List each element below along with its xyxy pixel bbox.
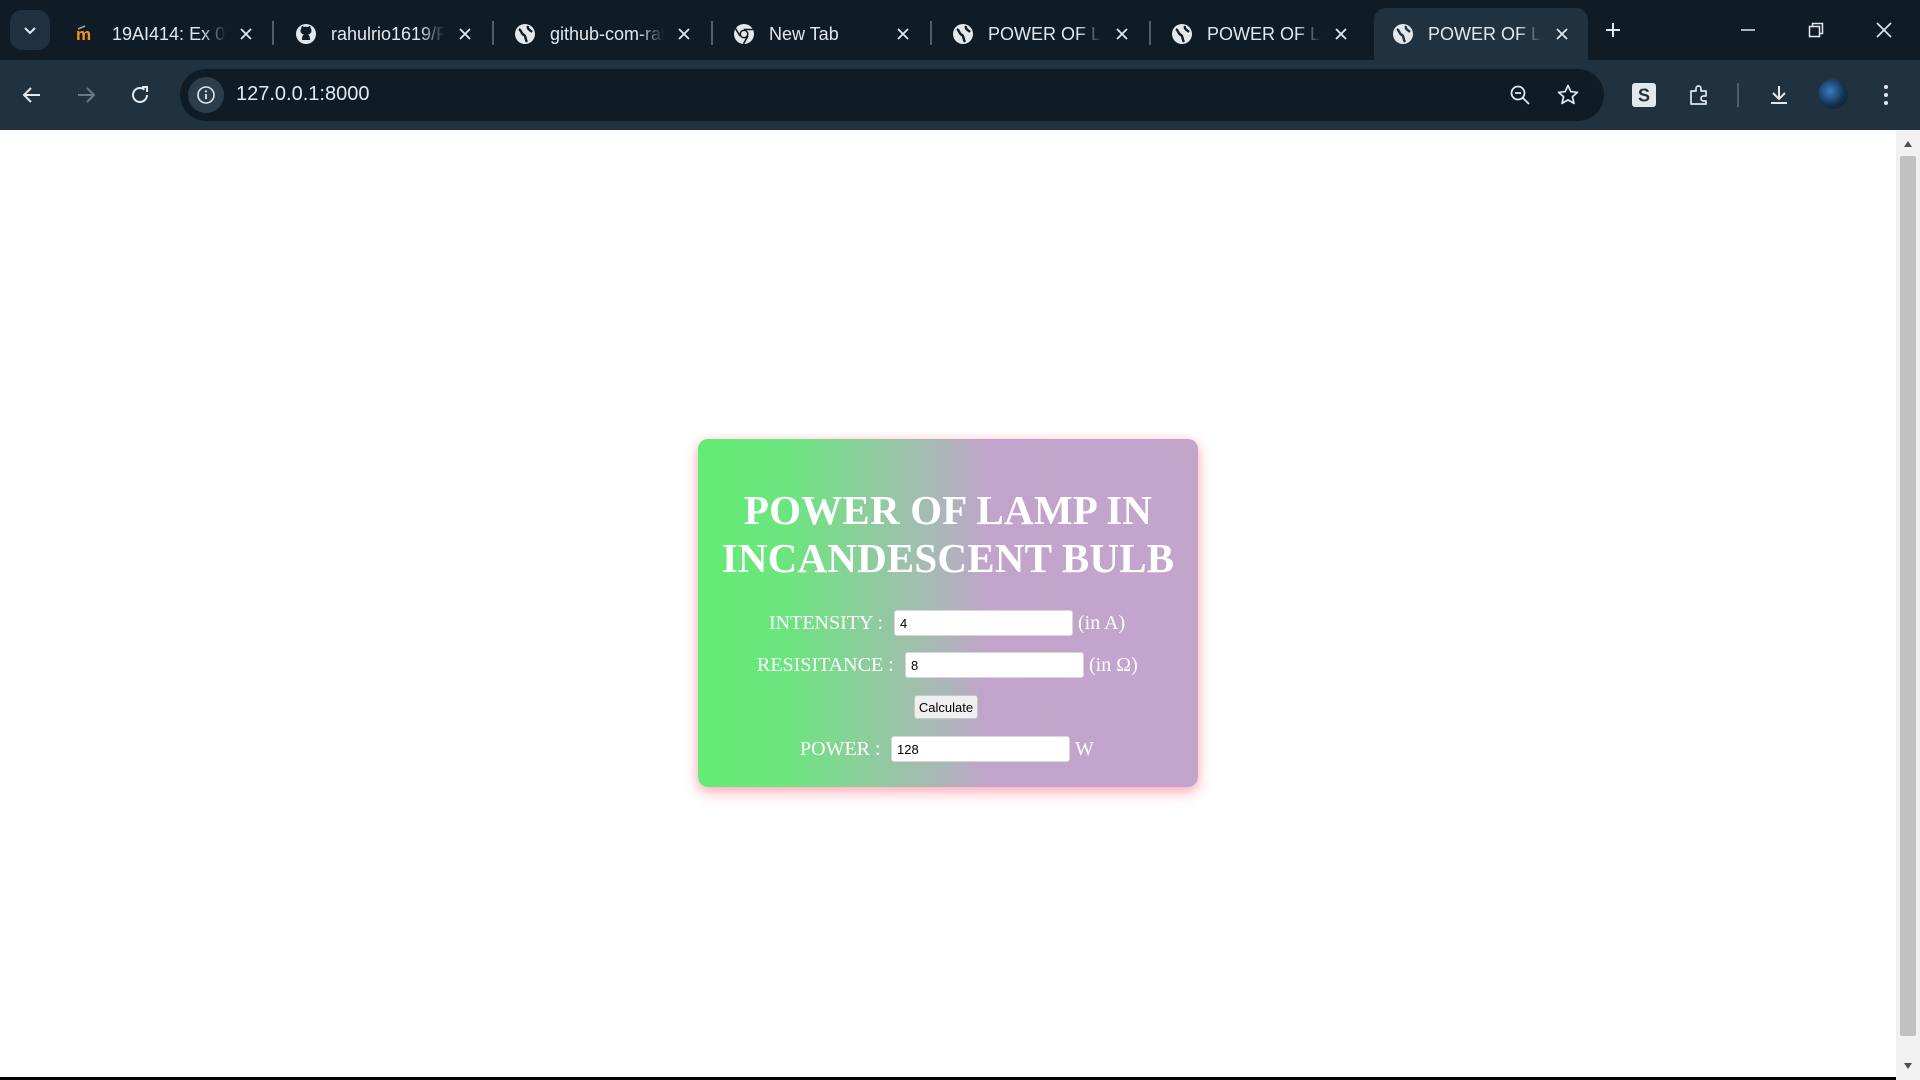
info-icon: [197, 86, 215, 104]
intensity-row: INTENSITY : (in A): [698, 610, 1198, 640]
scroll-up-icon[interactable]: [1902, 138, 1914, 150]
moodle-icon: m: [76, 23, 98, 45]
tab-separator: [1149, 21, 1151, 45]
restore-button[interactable]: [1794, 10, 1838, 50]
close-tab-icon[interactable]: [1329, 22, 1353, 46]
resistance-unit: (in Ω): [1089, 654, 1138, 676]
reload-icon: [132, 86, 148, 103]
extension-s-icon: S: [1632, 83, 1656, 107]
extensions-button[interactable]: [1681, 77, 1717, 113]
url-text[interactable]: 127.0.0.1:8000: [236, 83, 369, 106]
page-scrollbar[interactable]: [1896, 130, 1920, 1080]
extension-s-button[interactable]: S: [1626, 77, 1662, 113]
tab-separator: [711, 21, 713, 45]
scroll-down-icon[interactable]: [1902, 1060, 1914, 1072]
star-icon: [1557, 84, 1579, 105]
title-line-2: INCANDESCENT BULB: [721, 535, 1175, 581]
intensity-unit: (in A): [1078, 612, 1126, 634]
tab-separator: [492, 21, 494, 45]
tab-search-button[interactable]: [10, 10, 50, 50]
tab-strip: m 19AI414: Ex 05 rahulrio1619/Power gith…: [0, 0, 1920, 60]
tab-power-of-lamp-active[interactable]: POWER OF LAMP: [1374, 8, 1588, 60]
forward-arrow-icon: [78, 87, 96, 103]
close-tab-icon[interactable]: [891, 22, 915, 46]
plus-icon: [1606, 23, 1620, 37]
close-tab-icon[interactable]: [1550, 22, 1574, 46]
tab-github-repo[interactable]: rahulrio1619/Power: [277, 8, 491, 60]
close-tab-icon[interactable]: [453, 22, 477, 46]
power-output[interactable]: [891, 736, 1070, 762]
profile-avatar[interactable]: [1818, 79, 1848, 109]
reload-button[interactable]: [122, 77, 158, 113]
tab-github-com[interactable]: github-com-rahulrio: [496, 8, 710, 60]
title-line-1: POWER OF LAMP IN: [743, 487, 1153, 533]
chrome-icon: [733, 23, 755, 45]
tab-title: 19AI414: Ex 05: [112, 23, 226, 44]
resistance-label: RESISITANCE :: [757, 654, 894, 676]
tab-power-of-lamp-1[interactable]: POWER OF LAMP: [934, 8, 1148, 60]
tab-19ai414[interactable]: m 19AI414: Ex 05: [58, 8, 272, 60]
bookmark-button[interactable]: [1554, 81, 1582, 109]
back-arrow-icon: [22, 87, 40, 103]
close-icon: [1876, 22, 1892, 38]
puzzle-icon: [1690, 85, 1707, 105]
tab-title: POWER OF LAMP: [1207, 23, 1321, 44]
tab-title: github-com-rahulrio: [550, 23, 664, 44]
tab-title: New Tab: [769, 23, 839, 44]
globe-icon: [1392, 23, 1414, 45]
globe-icon: [514, 23, 536, 45]
menu-button[interactable]: [1868, 77, 1904, 113]
downloads-button[interactable]: [1761, 77, 1797, 113]
tab-title: rahulrio1619/Power: [331, 23, 445, 44]
tab-separator: [272, 21, 274, 45]
restore-icon: [1808, 22, 1824, 38]
site-info-button[interactable]: [188, 77, 224, 113]
close-window-button[interactable]: [1862, 10, 1906, 50]
globe-icon: [1171, 23, 1193, 45]
tab-power-of-lamp-2[interactable]: POWER OF LAMP: [1153, 8, 1367, 60]
power-row: POWER : W: [698, 736, 1198, 766]
close-tab-icon[interactable]: [234, 22, 258, 46]
kebab-menu-icon: [1884, 85, 1888, 105]
address-bar[interactable]: 127.0.0.1:8000: [180, 69, 1604, 121]
scroll-thumb[interactable]: [1900, 156, 1916, 1036]
close-tab-icon[interactable]: [672, 22, 696, 46]
intensity-input[interactable]: [894, 610, 1073, 636]
power-label: POWER :: [800, 738, 881, 760]
globe-icon: [952, 23, 974, 45]
toolbar-divider: [1737, 83, 1739, 107]
power-calculator-card: POWER OF LAMP IN INCANDESCENT BULB INTEN…: [698, 439, 1198, 787]
browser-toolbar: 127.0.0.1:8000 S: [0, 60, 1920, 130]
resistance-input[interactable]: [905, 652, 1084, 678]
github-icon: [295, 23, 317, 45]
resistance-row: RESISITANCE : (in Ω): [698, 652, 1198, 682]
svg-text:S: S: [1638, 86, 1650, 106]
minimize-button[interactable]: [1726, 10, 1770, 50]
tab-separator: [930, 21, 932, 45]
forward-button[interactable]: [68, 77, 104, 113]
page-title: POWER OF LAMP IN INCANDESCENT BULB: [698, 486, 1198, 582]
download-icon: [1771, 86, 1787, 104]
svg-text:m: m: [76, 25, 91, 44]
close-tab-icon[interactable]: [1110, 22, 1134, 46]
tab-title: POWER OF LAMP: [988, 23, 1102, 44]
new-tab-button[interactable]: [1597, 14, 1629, 46]
zoom-button[interactable]: [1506, 81, 1534, 109]
back-button[interactable]: [14, 77, 50, 113]
intensity-label: INTENSITY :: [769, 612, 884, 634]
chevron-down-icon: [24, 27, 36, 35]
tab-title: POWER OF LAMP: [1428, 23, 1542, 44]
tab-new-tab[interactable]: New Tab: [715, 8, 929, 60]
minimize-icon: [1741, 29, 1755, 31]
power-unit: W: [1075, 738, 1094, 760]
calculate-button[interactable]: Calculate: [914, 695, 978, 719]
zoom-out-icon: [1510, 85, 1530, 105]
